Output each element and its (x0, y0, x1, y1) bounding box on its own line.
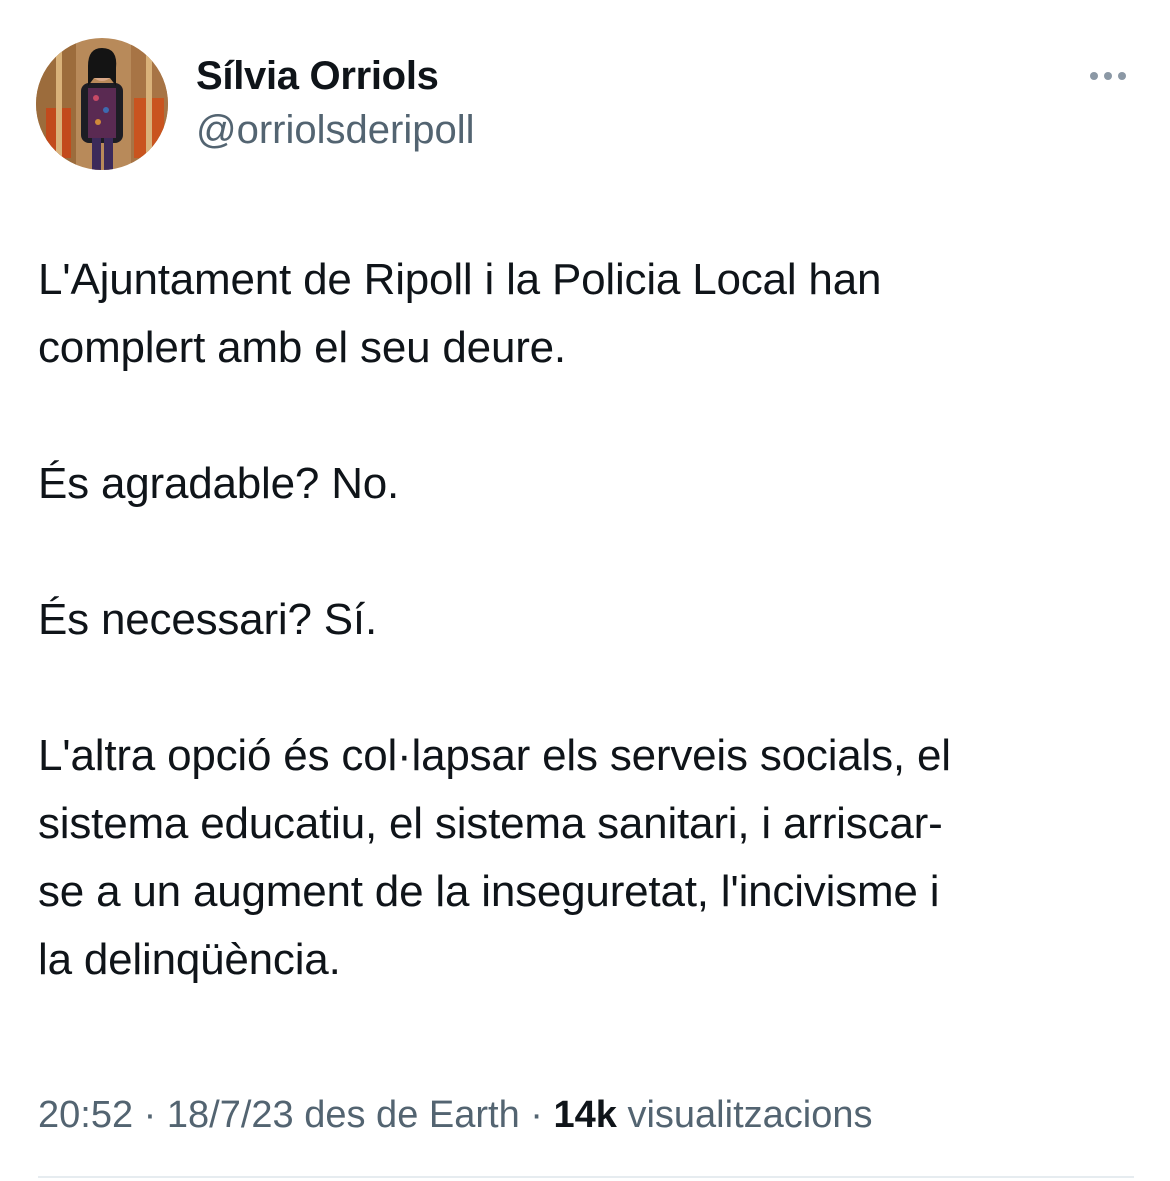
views-count[interactable]: 14k (554, 1094, 617, 1136)
tweet-paragraph: És agradable? No. (38, 459, 400, 508)
tweet-meta: 20:52 · 18/7/23 des de Earth · 14k visua… (38, 1088, 872, 1142)
tweet-time[interactable]: 20:52 (38, 1094, 133, 1136)
divider (38, 1176, 1134, 1178)
more-button[interactable] (1080, 60, 1136, 92)
more-dots-icon (1118, 72, 1126, 80)
meta-separator: · (530, 1094, 543, 1136)
tweet-paragraph: L'Ajuntament de Ripoll i la Policia Loca… (38, 255, 882, 372)
views-label[interactable]: visualitzacions (627, 1094, 872, 1136)
tweet-paragraph: És necessari? Sí. (38, 595, 377, 644)
tweet-paragraph: L'altra opció és col·lapsar els serveis … (38, 731, 951, 984)
more-dots-icon (1090, 72, 1098, 80)
profile-photo-icon (36, 38, 168, 170)
author-display-name[interactable]: Sílvia Orriols (196, 52, 439, 100)
author-handle[interactable]: @orriolsderipoll (196, 106, 474, 154)
tweet-date[interactable]: 18/7/23 (167, 1094, 294, 1136)
tweet-source: des de Earth (304, 1094, 520, 1136)
more-dots-icon (1104, 72, 1112, 80)
avatar[interactable] (36, 38, 168, 170)
tweet-body: L'Ajuntament de Ripoll i la Policia Loca… (38, 246, 1138, 994)
tweet: Sílvia Orriols @orriolsderipoll L'Ajunta… (0, 0, 1170, 1181)
meta-separator: · (143, 1094, 157, 1136)
